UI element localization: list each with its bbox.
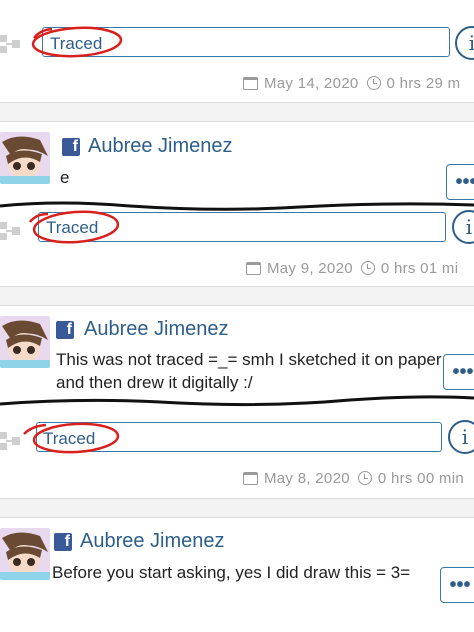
more-options-button[interactable]: ••• [446, 164, 474, 200]
info-icon[interactable]: i [452, 210, 474, 244]
separator-band [0, 103, 474, 121]
avatar[interactable] [0, 316, 50, 368]
calendar-icon [243, 472, 258, 485]
tree-structure-icon [0, 35, 20, 53]
tree-structure-icon [0, 432, 20, 450]
tag-label[interactable]: Traced [46, 218, 98, 238]
entry-meta: May 8, 2020 0 hrs 00 min [243, 470, 464, 487]
info-icon[interactable]: i [455, 26, 474, 60]
entry-meta: May 14, 2020 0 hrs 29 m [243, 75, 460, 92]
divider [0, 121, 474, 122]
clock-icon [366, 76, 381, 90]
separator-band [0, 287, 474, 305]
calendar-icon [246, 262, 261, 275]
entry-date: May 8, 2020 [264, 470, 350, 487]
author-name[interactable]: Aubree Jimenez [80, 530, 225, 553]
clock-icon [360, 261, 375, 275]
divider [0, 517, 474, 518]
comment-text: Before you start asking, yes I did draw … [52, 563, 411, 582]
entry-date: May 9, 2020 [267, 260, 353, 277]
author-name[interactable]: Aubree Jimenez [84, 318, 229, 341]
entry-date: May 14, 2020 [264, 75, 359, 92]
clock-icon [357, 471, 372, 485]
divider [0, 305, 474, 306]
entry-duration: 0 hrs 29 m [386, 75, 461, 92]
tag-field[interactable] [36, 422, 442, 452]
separator-band [0, 499, 474, 517]
avatar[interactable] [0, 528, 50, 580]
tag-field[interactable] [42, 27, 450, 57]
tag-label[interactable]: Traced [43, 429, 95, 449]
calendar-icon [243, 77, 258, 90]
entry-meta: May 9, 2020 0 hrs 01 mi [246, 260, 458, 277]
more-options-button[interactable]: ••• [443, 354, 474, 390]
more-options-button[interactable]: ••• [440, 567, 474, 603]
black-line-annotation [0, 395, 474, 407]
facebook-icon: f [56, 321, 74, 339]
facebook-icon: f [54, 533, 72, 551]
author-name[interactable]: Aubree Jimenez [88, 135, 233, 158]
comment-text: This was not traced =_= smh I sketched i… [56, 350, 442, 392]
info-icon[interactable]: i [448, 420, 474, 454]
tree-structure-icon [0, 222, 20, 240]
entry-duration: 0 hrs 00 min [377, 470, 464, 487]
tag-field[interactable] [38, 212, 446, 242]
facebook-icon: f [62, 138, 80, 156]
tag-label[interactable]: Traced [50, 34, 102, 54]
black-line-annotation [0, 201, 474, 211]
comment-text: e [60, 168, 70, 187]
entry-duration: 0 hrs 01 mi [380, 260, 459, 277]
avatar[interactable] [0, 132, 50, 184]
